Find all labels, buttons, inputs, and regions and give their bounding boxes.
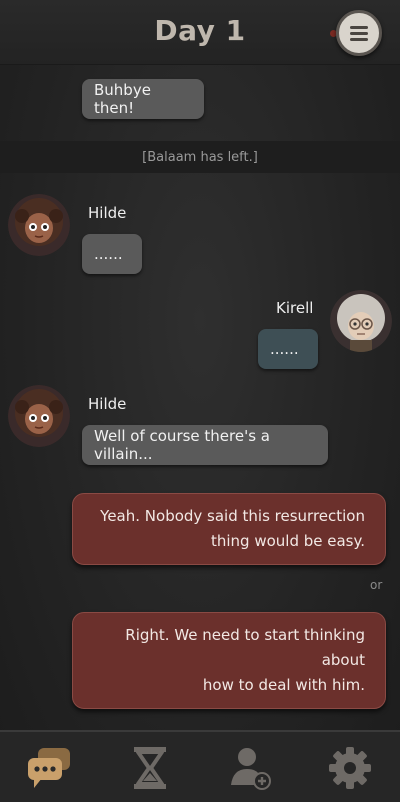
system-message: [Balaam has left.] [0,141,400,173]
tab-contacts[interactable] [224,742,276,794]
message-bubble: Buhbye then! [82,79,204,119]
or-separator: or [370,578,383,592]
hourglass-icon [134,747,166,789]
choice-line: thing would be easy. [210,532,365,550]
message-bubble: Well of course there's a villain... [82,425,328,465]
chat-bubble-icon [28,748,70,788]
add-contact-icon [231,748,271,790]
message-text: ...... [94,245,123,263]
tab-settings[interactable] [324,742,376,794]
message-text: Well of course there's a villain... [94,427,271,463]
gear-icon [329,747,371,789]
speaker-name: Kirell [276,299,314,317]
reply-choice[interactable]: Right. We need to start thinking about h… [72,612,386,709]
system-message-text: [Balaam has left.] [142,149,258,165]
message-text: ...... [270,340,299,358]
speaker-name: Hilde [88,204,127,222]
menu-button[interactable] [336,10,382,56]
message-text: Buhbye then! [94,81,151,117]
message-bubble: ...... [82,234,142,274]
bottom-tab-bar [0,730,400,802]
hamburger-menu-icon [350,23,368,44]
tab-timeline[interactable] [124,742,176,794]
hilde-avatar[interactable] [8,385,70,447]
message-bubble: ...... [258,329,318,369]
hilde-avatar[interactable] [8,194,70,256]
reply-choice[interactable]: Yeah. Nobody said this resurrection thin… [72,493,386,565]
header: Day 1 [0,0,400,65]
tab-chat[interactable] [24,742,76,794]
choice-line: how to deal with him. [202,676,365,694]
kirell-avatar[interactable] [330,290,392,352]
choice-line: Yeah. Nobody said this resurrection [100,507,365,525]
choice-line: Right. We need to start thinking about [125,626,365,669]
speaker-name: Hilde [88,395,127,413]
